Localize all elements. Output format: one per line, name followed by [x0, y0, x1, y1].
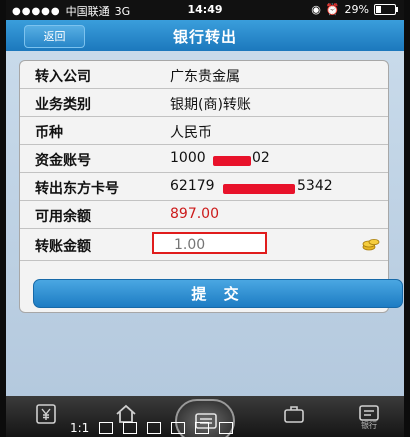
zoom-label[interactable]: 1:1	[70, 421, 89, 435]
form-row-fund-account: 资金账号 1000 02	[20, 145, 388, 173]
form-value-suffix: 5342	[297, 178, 333, 194]
form-label: 可用余额	[35, 209, 91, 225]
form-row-card-number: 转出东方卡号 62179 5342	[20, 173, 388, 201]
form-label: 转入公司	[35, 69, 91, 85]
form-label: 转账金额	[35, 239, 91, 255]
form-value: 人民币	[170, 125, 212, 141]
save-icon[interactable]	[147, 421, 162, 434]
phone-screenshot: ●●●●● 中国联通 3G 14:49 ◉ ⏰ 29% 返回 银行转出 转入公司…	[0, 0, 410, 437]
share-icon[interactable]	[219, 421, 234, 434]
page-title: 银行转出	[172, 28, 237, 46]
redaction-mark	[213, 156, 251, 166]
form-value: 银期(商)转账	[170, 97, 251, 113]
delete-icon[interactable]	[195, 421, 210, 434]
battery-fill	[376, 6, 381, 13]
fullscreen-icon[interactable]	[123, 421, 138, 434]
form-row-transfer-company: 转入公司 广东贵金属	[20, 61, 388, 89]
transfer-amount-field[interactable]	[152, 232, 267, 254]
favorite-icon[interactable]	[171, 421, 186, 434]
alarm-icon: ⏰	[325, 3, 340, 16]
main-content: 转入公司 广东贵金属 业务类别 银期(商)转账 币种 人民币 资金账号 1000…	[6, 51, 404, 396]
form-value: 1000	[170, 150, 206, 166]
nav-bar: 返回 银行转出	[6, 20, 404, 51]
form-value-suffix: 02	[252, 150, 270, 166]
transfer-form: 转入公司 广东贵金属 业务类别 银期(商)转账 币种 人民币 资金账号 1000…	[19, 60, 403, 313]
coins-icon[interactable]	[362, 237, 380, 251]
yuan-icon	[36, 404, 56, 424]
battery-percent: 29%	[344, 3, 369, 16]
battery-icon	[374, 4, 398, 15]
form-value: 广东贵金属	[170, 69, 240, 85]
transfer-amount-input[interactable]	[154, 236, 265, 254]
redaction-mark	[223, 184, 295, 194]
viewer-toolbar: 1:1	[70, 418, 404, 437]
fit-icon[interactable]	[99, 421, 114, 434]
form-label: 转出东方卡号	[35, 181, 119, 197]
submit-button[interactable]: 提 交	[33, 279, 403, 308]
form-row-currency: 币种 人民币	[20, 117, 388, 145]
status-bar: ●●●●● 中国联通 3G 14:49 ◉ ⏰ 29%	[6, 0, 404, 20]
form-row-transfer-amount: 转账金额	[20, 229, 388, 261]
available-balance-value: 897.00	[170, 206, 219, 222]
form-row-business-type: 业务类别 银期(商)转账	[20, 89, 388, 117]
tab-yuan[interactable]	[28, 400, 64, 430]
form-label: 币种	[35, 125, 63, 141]
form-value: 62179	[170, 178, 215, 194]
form-label: 业务类别	[35, 97, 91, 113]
form-row-available-balance: 可用余额 897.00	[20, 201, 388, 229]
form-label: 资金账号	[35, 153, 91, 169]
lock-icon: ◉	[311, 3, 321, 16]
